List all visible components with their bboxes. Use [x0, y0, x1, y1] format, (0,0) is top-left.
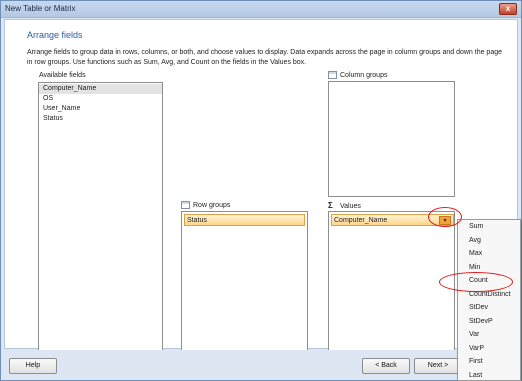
menu-item-stdev[interactable]: StDev: [458, 301, 520, 315]
table-icon: [328, 71, 337, 79]
menu-item-first[interactable]: First: [458, 355, 520, 369]
row-groups-box[interactable]: Status: [181, 211, 308, 352]
column-groups-box[interactable]: [328, 81, 455, 197]
row-group-field[interactable]: Status: [184, 214, 305, 226]
sigma-icon: Σ: [328, 201, 333, 210]
value-field-label: Computer_Name: [334, 217, 388, 224]
new-table-or-matrix-dialog: New Table or Matrix x Arrange fields Arr…: [0, 0, 522, 381]
menu-item-max[interactable]: Max: [458, 247, 520, 261]
help-button[interactable]: Help: [9, 358, 57, 374]
menu-item-avg[interactable]: Avg: [458, 234, 520, 248]
column-groups-label: Column groups: [340, 71, 388, 79]
annotation-circle-dropdown: [428, 207, 462, 227]
window-title: New Table or Matrix: [5, 4, 76, 13]
row-group-field-label: Status: [187, 217, 207, 224]
next-button[interactable]: Next >: [414, 358, 462, 374]
available-fields-label: Available fields: [39, 72, 86, 79]
page-heading: Arrange fields: [27, 30, 83, 40]
menu-item-var[interactable]: Var: [458, 328, 520, 342]
menu-item-last[interactable]: Last: [458, 369, 520, 381]
close-button[interactable]: x: [499, 3, 517, 15]
available-field-item[interactable]: Computer_Name: [39, 84, 162, 94]
close-icon: x: [505, 4, 511, 13]
menu-item-sum[interactable]: Sum: [458, 220, 520, 234]
row-groups-label: Row groups: [193, 201, 231, 209]
wizard-page: Arrange fields Arrange fields to group d…: [4, 19, 518, 352]
available-fields-list[interactable]: Computer_Name OS User_Name Status: [38, 82, 163, 352]
title-bar: New Table or Matrix x: [1, 1, 521, 18]
row-groups-header: Row groups: [181, 201, 230, 209]
menu-item-varp[interactable]: VarP: [458, 342, 520, 356]
page-description: Arrange fields to group data in rows, co…: [27, 49, 502, 66]
dialog-footer: Help < Back Next >: [1, 350, 521, 380]
values-header: Σ Values: [328, 201, 361, 210]
annotation-circle-count: [439, 272, 513, 292]
back-button[interactable]: < Back: [362, 358, 410, 374]
values-box[interactable]: Computer_Name ▾: [328, 211, 455, 352]
menu-item-stdevp[interactable]: StDevP: [458, 315, 520, 329]
aggregate-function-menu: Sum Avg Max Min Count CountDistinct StDe…: [457, 219, 521, 381]
available-field-item[interactable]: OS: [39, 94, 162, 104]
column-groups-header: Column groups: [328, 71, 387, 79]
available-field-item[interactable]: Status: [39, 114, 162, 124]
values-label: Values: [340, 203, 361, 210]
table-icon: [181, 201, 190, 209]
available-field-item[interactable]: User_Name: [39, 104, 162, 114]
